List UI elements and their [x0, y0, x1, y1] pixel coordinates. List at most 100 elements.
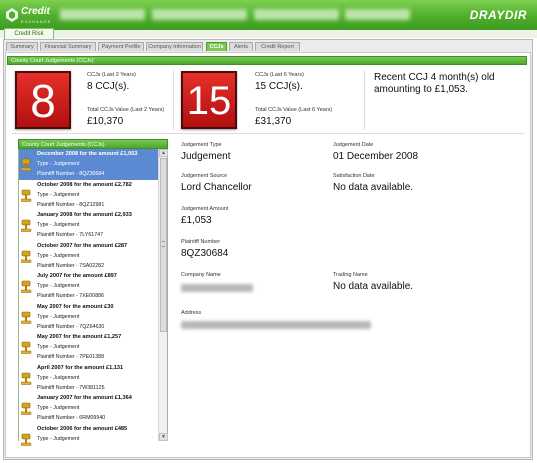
- ccj-item-title: December 2008 for the amount £1,053: [37, 151, 138, 157]
- ccj-item-plaintiff: Plaintiff Number - 8QZ12981: [37, 201, 105, 208]
- judgement-source-label: Judgement Source: [181, 173, 228, 179]
- ccj-count-2yr: 8: [30, 75, 56, 127]
- ccj-item-type: Type - Judgement: [37, 191, 80, 198]
- tab-company-information[interactable]: Company Information: [146, 42, 203, 51]
- ccj-item-plaintiff: Plaintiff Number - 7LY61747: [37, 232, 104, 238]
- gavel-icon: [21, 311, 32, 324]
- ccj-value-6yr-label: Total CCJs Value (Last 6 Years): [255, 107, 333, 113]
- ccj-list: December 2008 for the amount £1,053 Type …: [19, 149, 159, 454]
- ccj-item-title: January 2008 for the amount £2,933: [37, 212, 132, 218]
- panel-title: County Court Judgements (CCJs): [7, 56, 527, 65]
- brand-subtitle: EXCHANGE: [21, 19, 52, 24]
- tab-financial-summary[interactable]: Financial Summary: [40, 42, 96, 51]
- ccj-list-item[interactable]: October 2008 for the amount £2,782 Type -…: [19, 179, 159, 210]
- satisfaction-date-label: Satisfaction Date: [333, 173, 375, 179]
- ccj-count-6yr: 15: [186, 79, 232, 123]
- list-scrollbar[interactable]: ▲ ▼: [158, 149, 168, 441]
- ccj-count-2yr-badge: 8: [15, 71, 71, 129]
- plaintiff-number-label: Plaintiff Number: [181, 239, 221, 245]
- provider-logo: DRAYDIR: [469, 8, 527, 22]
- ccj-item-title: May 2007 for the amount £1,257: [37, 334, 122, 340]
- ccj-list-title: County Court Judgements (CCJs): [18, 139, 168, 149]
- tab-credit-report[interactable]: Credit Report: [255, 42, 300, 51]
- ccj-list-item[interactable]: October 2007 for the amount £287 Type - J…: [19, 240, 159, 271]
- brand: Credit EXCHANGE: [6, 4, 52, 28]
- ccj-item-plaintiff: Plaintiff Number - 6RM09940: [37, 415, 106, 421]
- company-name-label: Company Name: [181, 272, 221, 278]
- ccj-value-2yr: £10,370: [87, 116, 124, 127]
- ccj-item-type: Type - Judgement: [37, 252, 80, 259]
- ccj-item-type: Type - Judgement: [37, 344, 80, 350]
- tab-payment-profile[interactable]: Payment Profile: [98, 42, 144, 51]
- judgement-type-label: Judgement Type: [181, 142, 222, 148]
- ccj-item-title: October 2006 for the amount £485: [37, 425, 128, 432]
- judgement-date-value: 01 December 2008: [333, 151, 419, 162]
- judgement-source-value: Lord Chancellor: [181, 182, 252, 193]
- company-title-redacted: [60, 9, 145, 20]
- ccj-count-6yr-label: CCJs (Last 6 Years): [255, 72, 304, 78]
- ccj-list-item[interactable]: May 2007 for the amount £30 Type - Judgem…: [19, 301, 159, 332]
- section-divider: [12, 133, 524, 134]
- ccj-value-6yr: £31,370: [255, 116, 292, 127]
- tab-summary[interactable]: Summary: [6, 42, 38, 51]
- gavel-icon: [21, 341, 32, 354]
- gavel-icon: [21, 189, 32, 202]
- address-redacted: [181, 321, 371, 329]
- plaintiff-number-value: 8QZ30684: [181, 248, 229, 259]
- summary-divider: [364, 70, 365, 130]
- trading-name-label: Trading Name: [333, 272, 368, 278]
- ccj-list-item[interactable]: April 2007 for the amount £1,131 Type - J…: [19, 362, 159, 393]
- ccj-item-title: October 2008 for the amount £2,782: [37, 181, 132, 188]
- ccj-item-type: Type - Judgement: [37, 161, 80, 167]
- company-name-redacted: [181, 284, 253, 292]
- brand-name: Credit: [21, 6, 50, 17]
- ccj-list-item[interactable]: October 2006 for the amount £485 Type - J…: [19, 423, 159, 454]
- ccj-list-item[interactable]: May 2007 for the amount £1,257 Type - Jud…: [19, 332, 159, 363]
- tab-alerts[interactable]: Alerts: [229, 42, 253, 51]
- main-tab-strip: [0, 30, 537, 38]
- trading-name-value: No data available.: [333, 281, 414, 292]
- recent-ccj-summary: Recent CCJ 4 month(s) old amounting to £…: [374, 72, 495, 95]
- gavel-icon: [21, 280, 32, 293]
- ccj-item-title: January 2007 for the amount £1,364: [37, 395, 132, 401]
- gavel-icon: [21, 158, 32, 171]
- credit-mark-icon: [6, 8, 18, 22]
- ccj-item-title: May 2007 for the amount £30: [37, 303, 114, 310]
- judgement-amount-value: £1,053: [181, 215, 212, 226]
- tab-ccjs[interactable]: CCJs: [206, 42, 227, 51]
- judgement-type-value: Judgement: [181, 151, 231, 162]
- gavel-icon: [21, 402, 32, 415]
- ccj-list-item[interactable]: January 2007 for the amount £1,364 Type -…: [19, 393, 159, 424]
- ccj-list-item[interactable]: July 2007 for the amount £897 Type - Judg…: [19, 271, 159, 302]
- address-label: Address: [181, 310, 202, 316]
- scroll-grip: [162, 241, 165, 247]
- gavel-icon: [21, 433, 32, 446]
- ccj-item-type: Type - Judgement: [37, 435, 80, 442]
- company-title-redacted: [254, 9, 339, 20]
- ccj-count-2yr-label: CCJs (Last 2 Years): [87, 72, 136, 78]
- tab-credit-risk[interactable]: Credit Risk: [4, 28, 54, 39]
- ccj-value-2yr-label: Total CCJs Value (Last 2 Years): [87, 107, 165, 113]
- judgement-date-label: Judgement Date: [333, 142, 374, 148]
- ccj-item-type: Type - Judgement: [37, 222, 80, 228]
- ccj-item-plaintiff: Plaintiff Number - 8QZ30684: [37, 171, 105, 177]
- gavel-icon: [21, 250, 32, 263]
- ccj-item-type: Type - Judgement: [37, 374, 80, 381]
- satisfaction-date-value: No data available.: [333, 182, 414, 193]
- scroll-thumb[interactable]: [160, 158, 167, 332]
- scroll-up-arrow-icon[interactable]: ▲: [159, 149, 168, 157]
- judgement-amount-label: Judgement Amount: [181, 206, 229, 212]
- ccj-count-2yr-text: 8 CCJ(s).: [87, 81, 130, 92]
- ccj-item-type: Type - Judgement: [37, 313, 80, 320]
- ccj-item-title: October 2007 for the amount £287: [37, 242, 128, 249]
- top-banner: Credit EXCHANGE DRAYDIR: [0, 0, 537, 30]
- scroll-down-arrow-icon[interactable]: ▼: [159, 433, 168, 441]
- ccj-count-6yr-badge: 15: [181, 71, 237, 129]
- ccj-count-6yr-text: 15 CCJ(s).: [255, 81, 303, 92]
- ccj-list-item[interactable]: January 2008 for the amount £2,933 Type -…: [19, 210, 159, 241]
- gavel-icon: [21, 219, 32, 232]
- gavel-icon: [21, 372, 32, 385]
- ccj-list-item[interactable]: December 2008 for the amount £1,053 Type …: [19, 149, 159, 180]
- ccj-item-type: Type - Judgement: [37, 405, 80, 411]
- ccj-item-plaintiff: Plaintiff Number - 7XE00886: [37, 293, 105, 299]
